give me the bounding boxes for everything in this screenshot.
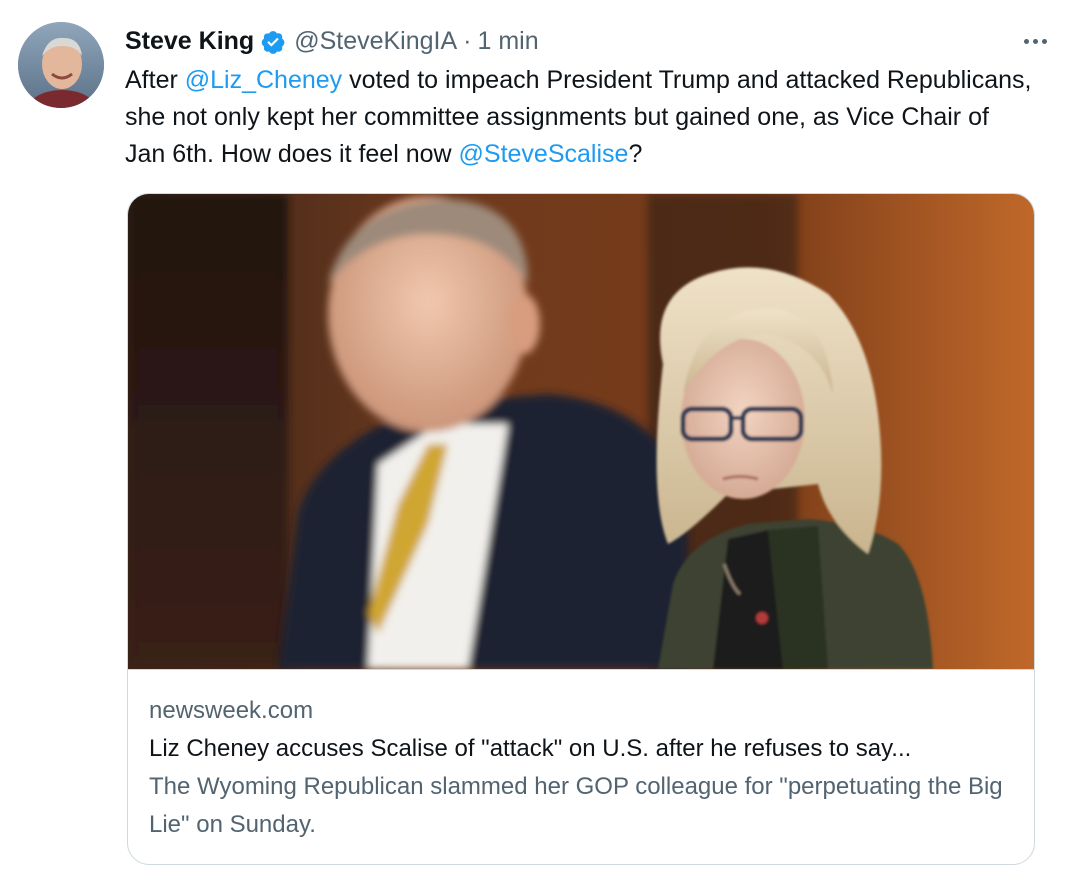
author-handle[interactable]: @SteveKingIA <box>294 22 457 60</box>
card-image[interactable] <box>128 194 1034 669</box>
tweet-header: Steve King @SteveKingIA · 1 min <box>125 22 1035 60</box>
link-preview-card[interactable]: newsweek.com Liz Cheney accuses Scalise … <box>127 193 1035 865</box>
tweet-text-part: After <box>125 66 185 94</box>
card-meta: newsweek.com Liz Cheney accuses Scalise … <box>149 694 1019 844</box>
more-dot <box>1041 38 1047 44</box>
tweet-content: Steve King @SteveKingIA · 1 min After @L… <box>125 22 1035 173</box>
card-title[interactable]: Liz Cheney accuses Scalise of "attack" o… <box>149 730 1019 768</box>
card-divider <box>128 669 1034 670</box>
tweet[interactable]: Steve King @SteveKingIA · 1 min After @L… <box>0 0 1068 876</box>
more-options-icon[interactable] <box>1014 26 1056 56</box>
tweet-timestamp[interactable]: 1 min <box>478 22 539 60</box>
avatar[interactable] <box>18 22 104 108</box>
separator-dot: · <box>463 27 472 55</box>
author-display-name[interactable]: Steve King <box>125 22 254 60</box>
mention-liz-cheney[interactable]: @Liz_Cheney <box>185 66 342 94</box>
tweet-text: After @Liz_Cheney voted to impeach Presi… <box>125 62 1035 173</box>
card-description: The Wyoming Republican slammed her GOP c… <box>149 773 1003 838</box>
more-dot <box>1023 38 1029 44</box>
tweet-text-part: ? <box>628 140 643 168</box>
more-dot <box>1032 38 1038 44</box>
mention-steve-scalise[interactable]: @SteveScalise <box>459 140 629 168</box>
verified-badge-icon <box>260 28 286 54</box>
card-domain: newsweek.com <box>149 697 314 724</box>
